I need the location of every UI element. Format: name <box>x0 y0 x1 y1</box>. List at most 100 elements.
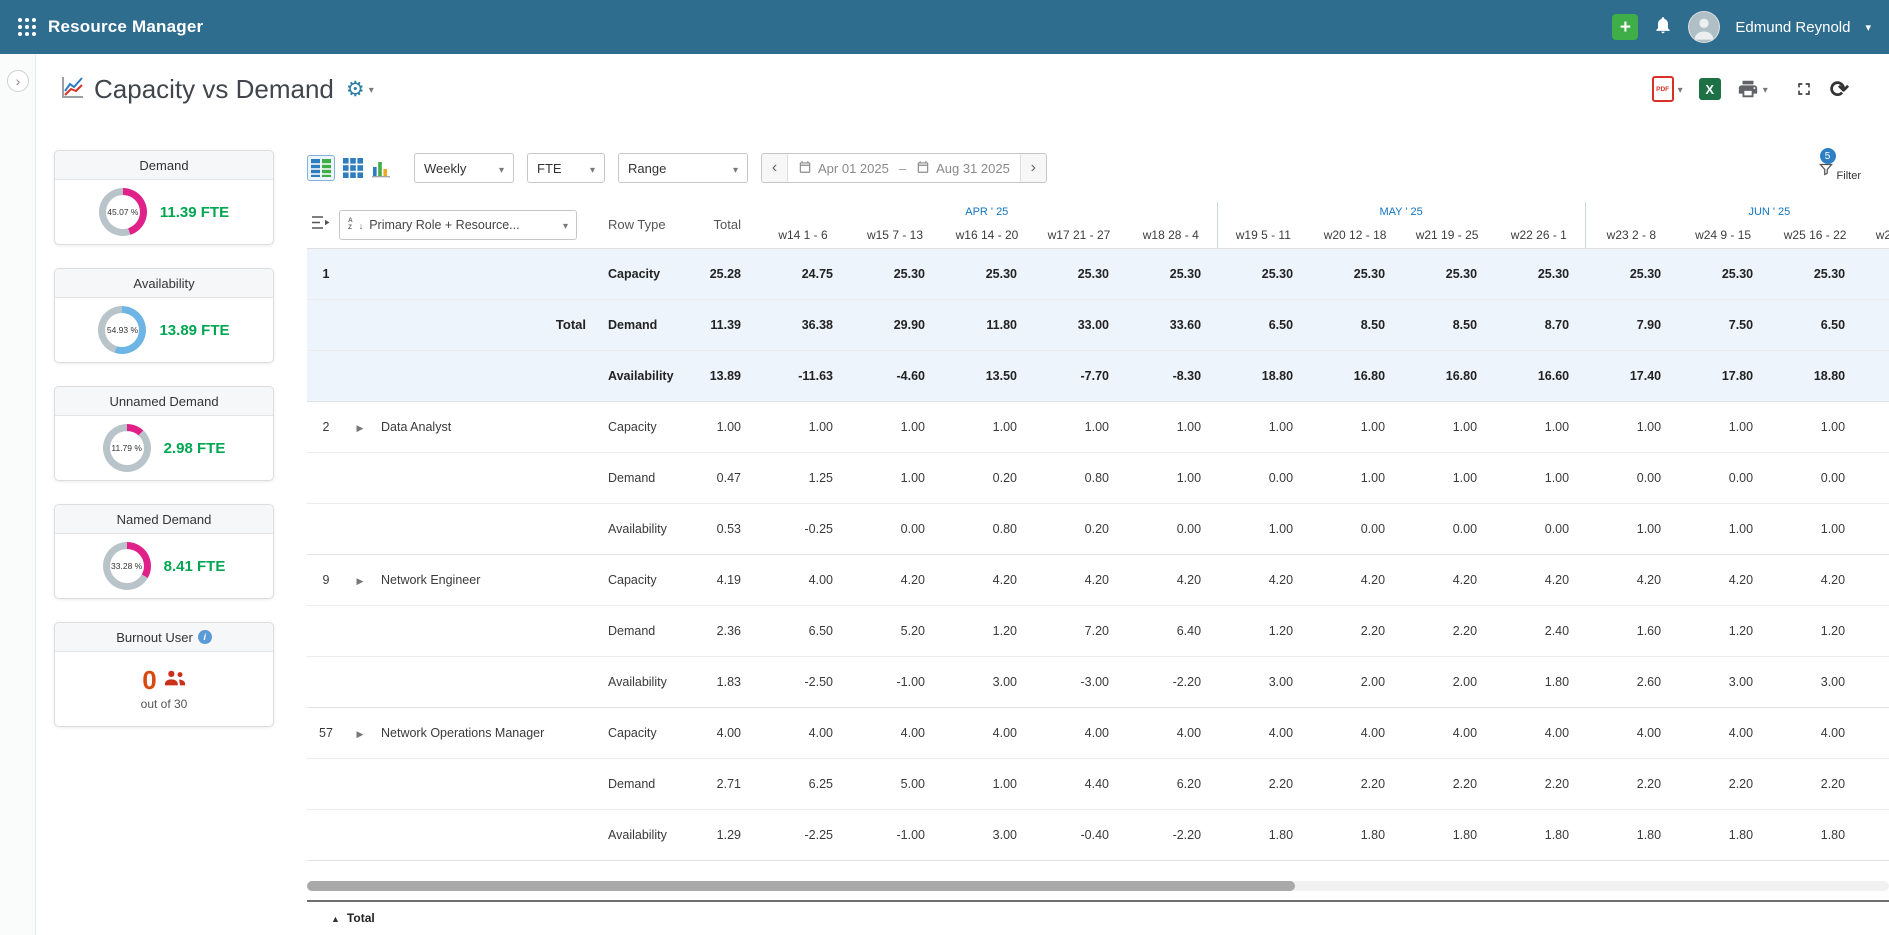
date-to-field[interactable]: Aug 31 2025 <box>906 160 1020 177</box>
value-cell: 4.20 <box>941 554 1033 605</box>
value-cell: 0.80 <box>941 503 1033 554</box>
date-separator: – <box>899 161 906 176</box>
table-row: 57Network Operations ManagerCapacity4.00… <box>307 707 1889 758</box>
page-title: Capacity vs Demand <box>94 74 334 105</box>
value-cell: -2.25 <box>757 809 849 860</box>
sort-az-icon <box>348 218 353 232</box>
donut-percent: 33.28 % <box>111 561 142 571</box>
table-row: Demand2.366.505.201.207.206.401.202.202.… <box>307 605 1889 656</box>
user-name[interactable]: Edmund Reynold <box>1735 19 1850 36</box>
export-pdf-button[interactable] <box>1652 76 1683 102</box>
row-number: 1 <box>307 248 345 299</box>
card-title: Burnout User <box>116 630 193 645</box>
value-cell: 0.00 <box>1769 452 1861 503</box>
refresh-button[interactable] <box>1830 76 1849 103</box>
row-number: 57 <box>307 707 345 758</box>
value-cell: -1.00 <box>849 656 941 707</box>
print-button[interactable] <box>1737 78 1768 100</box>
week-header: w19 5 - 11 <box>1217 222 1309 248</box>
value-cell: 4.20 <box>1309 554 1401 605</box>
notifications-bell-icon[interactable] <box>1653 15 1673 40</box>
fullscreen-button[interactable] <box>1794 79 1814 99</box>
value-cell: 1.00 <box>1309 452 1401 503</box>
fte-value: 11.39 FTE <box>160 204 229 221</box>
range-mode-select[interactable]: Range <box>618 153 748 183</box>
value-cell: 4.20 <box>1401 554 1493 605</box>
value-cell: 17.80 <box>1677 350 1769 401</box>
fte-value: 8.41 FTE <box>164 558 226 575</box>
group-name: Network Operations Manager <box>375 707 600 758</box>
app-launcher-icon[interactable] <box>18 18 36 36</box>
value-cell: -0.25 <box>757 503 849 554</box>
total-cell: 11.39 <box>678 299 757 350</box>
expand-cell <box>345 248 375 299</box>
collapse-up-icon[interactable] <box>331 909 340 927</box>
card-title: Named Demand <box>55 505 273 534</box>
grid-view-button[interactable] <box>343 158 363 178</box>
row-number: 9 <box>307 554 345 605</box>
interval-select[interactable]: Weekly <box>414 153 514 183</box>
panel-expand-button[interactable] <box>7 70 29 92</box>
unit-select[interactable]: FTE <box>527 153 605 183</box>
footer-total-label[interactable]: Total <box>347 911 375 925</box>
pdf-icon <box>1652 76 1674 102</box>
group-by-select[interactable]: Primary Role + Resource... <box>339 210 577 240</box>
value-cell: 1.00 <box>1125 401 1217 452</box>
value-cell: 2.20 <box>1493 758 1585 809</box>
value-cell: -1.00 <box>849 809 941 860</box>
fte-value: 13.89 FTE <box>159 322 229 339</box>
filter-button[interactable]: 5 Filter <box>1818 154 1861 182</box>
total-cell: 25.28 <box>678 248 757 299</box>
value-cell: -8.30 <box>1125 350 1217 401</box>
value-cell: 25.30 <box>1493 248 1585 299</box>
value-cell <box>1861 758 1889 809</box>
export-excel-button[interactable] <box>1699 78 1721 100</box>
donut-percent: 54.93 % <box>107 325 138 335</box>
value-cell: -7.70 <box>1033 350 1125 401</box>
chart-view-button[interactable] <box>371 158 391 178</box>
value-cell: 5.00 <box>849 758 941 809</box>
total-cell: 1.83 <box>678 656 757 707</box>
avatar[interactable] <box>1688 11 1720 43</box>
row-type: Demand <box>600 452 678 503</box>
settings-caret-icon[interactable] <box>369 80 374 98</box>
expand-icon[interactable] <box>357 726 364 740</box>
value-cell: 0.00 <box>1125 503 1217 554</box>
value-cell: 1.00 <box>1769 401 1861 452</box>
value-cell: 1.00 <box>1677 401 1769 452</box>
top-bar: Resource Manager Edmund Reynold <box>0 0 1889 54</box>
group-name: Network Engineer <box>375 554 600 605</box>
value-cell: 4.00 <box>1401 707 1493 758</box>
total-cell: 2.71 <box>678 758 757 809</box>
date-range-picker: Apr 01 2025 – Aug 31 2025 <box>761 153 1047 183</box>
value-cell: 2.20 <box>1401 758 1493 809</box>
expand-icon[interactable] <box>357 420 364 434</box>
value-cell: 6.40 <box>1125 605 1217 656</box>
settings-gear-icon[interactable] <box>346 77 365 102</box>
scrollbar-thumb[interactable] <box>307 881 1295 891</box>
value-cell: 25.30 <box>1309 248 1401 299</box>
expand-icon[interactable] <box>357 573 364 587</box>
info-icon[interactable] <box>198 630 212 644</box>
value-cell: 4.00 <box>941 707 1033 758</box>
named-demand-donut-chart: 33.28 % <box>103 542 151 590</box>
table-view-button[interactable] <box>307 155 335 181</box>
table-row: Availability1.83-2.50-1.003.00-3.00-2.20… <box>307 656 1889 707</box>
row-menu-icon[interactable] <box>311 215 331 235</box>
fte-value: 2.98 FTE <box>164 440 226 457</box>
value-cell: 4.00 <box>1585 707 1677 758</box>
chevron-down-icon[interactable] <box>1865 18 1871 36</box>
row-type: Demand <box>600 758 678 809</box>
value-cell: 6.50 <box>1769 299 1861 350</box>
value-cell <box>1861 554 1889 605</box>
next-period-button[interactable] <box>1020 154 1046 182</box>
month-header: JUN ' 25 <box>1585 202 1889 222</box>
date-from-field[interactable]: Apr 01 2025 <box>788 160 899 177</box>
table-row: TotalDemand11.3936.3829.9011.8033.0033.6… <box>307 299 1889 350</box>
demand-card: Demand 45.07 % 11.39 FTE <box>54 150 274 245</box>
add-button[interactable] <box>1612 14 1638 40</box>
prev-period-button[interactable] <box>762 154 788 182</box>
value-cell <box>1861 656 1889 707</box>
group-name <box>375 350 600 401</box>
value-cell: 2.20 <box>1309 605 1401 656</box>
